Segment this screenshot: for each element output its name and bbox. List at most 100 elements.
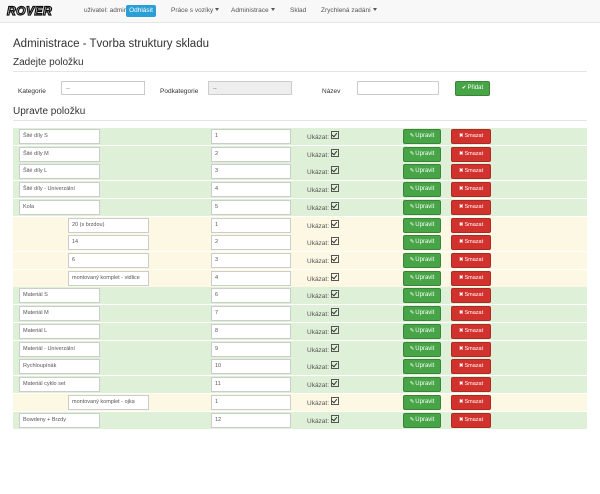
show-toggle[interactable]: Ukázat: <box>307 273 340 283</box>
item-order-input[interactable]: 1 <box>211 218 291 233</box>
item-name-input[interactable]: Kola <box>19 200 100 215</box>
show-toggle[interactable]: Ukázat: <box>307 397 340 407</box>
delete-button[interactable]: ✖Smazat <box>451 147 491 162</box>
checkbox-checked-icon[interactable] <box>331 184 340 192</box>
item-name-input[interactable]: Materiál S <box>19 288 100 303</box>
show-toggle[interactable]: Ukázat: <box>307 237 340 247</box>
edit-button[interactable]: ✎Upravit <box>403 129 441 144</box>
show-toggle[interactable]: Ukázat: <box>307 361 340 371</box>
delete-button[interactable]: ✖Smazat <box>451 288 491 303</box>
edit-button[interactable]: ✎Upravit <box>403 377 441 392</box>
show-toggle[interactable]: Ukázat: <box>307 220 340 230</box>
edit-button[interactable]: ✎Upravit <box>403 413 441 428</box>
edit-button[interactable]: ✎Upravit <box>403 306 441 321</box>
checkbox-checked-icon[interactable] <box>331 220 340 228</box>
show-toggle[interactable]: Ukázat: <box>307 202 340 212</box>
item-name-input[interactable]: Materiál L <box>19 324 100 339</box>
item-order-input[interactable]: 7 <box>211 306 291 321</box>
show-toggle[interactable]: Ukázat: <box>307 255 340 265</box>
delete-button[interactable]: ✖Smazat <box>451 235 491 250</box>
edit-button[interactable]: ✎Upravit <box>403 182 441 197</box>
checkbox-checked-icon[interactable] <box>331 237 340 245</box>
item-name-input[interactable]: Materiál cyklo set <box>19 377 100 392</box>
menu-administration[interactable]: Administrace <box>231 7 275 14</box>
item-order-input[interactable]: 1 <box>211 395 291 410</box>
delete-button[interactable]: ✖Smazat <box>451 182 491 197</box>
edit-button[interactable]: ✎Upravit <box>403 271 441 286</box>
edit-button[interactable]: ✎Upravit <box>403 253 441 268</box>
delete-button[interactable]: ✖Smazat <box>451 413 491 428</box>
delete-button[interactable]: ✖Smazat <box>451 200 491 215</box>
menu-quick-entries[interactable]: Zrychlená zadání <box>321 7 377 14</box>
delete-button[interactable]: ✖Smazat <box>451 324 491 339</box>
item-name-input[interactable]: Šité díly L <box>19 164 100 179</box>
checkbox-checked-icon[interactable] <box>331 361 340 369</box>
delete-button[interactable]: ✖Smazat <box>451 306 491 321</box>
checkbox-checked-icon[interactable] <box>331 202 340 210</box>
show-toggle[interactable]: Ukázat: <box>307 131 340 141</box>
checkbox-checked-icon[interactable] <box>331 166 340 174</box>
edit-button[interactable]: ✎Upravit <box>403 147 441 162</box>
checkbox-checked-icon[interactable] <box>331 131 340 139</box>
delete-button[interactable]: ✖Smazat <box>451 342 491 357</box>
checkbox-checked-icon[interactable] <box>331 255 340 263</box>
delete-button[interactable]: ✖Smazat <box>451 164 491 179</box>
show-toggle[interactable]: Ukázat: <box>307 166 340 176</box>
item-name-input[interactable]: Bowdeny + Brzdy <box>19 413 100 428</box>
show-toggle[interactable]: Ukázat: <box>307 308 340 318</box>
delete-button[interactable]: ✖Smazat <box>451 218 491 233</box>
item-order-input[interactable]: 2 <box>211 235 291 250</box>
checkbox-checked-icon[interactable] <box>331 344 340 352</box>
add-button[interactable]: ✔Přidat <box>455 81 490 96</box>
edit-button[interactable]: ✎Upravit <box>403 288 441 303</box>
item-name-input[interactable]: Materiál - Univerzální <box>19 342 100 357</box>
item-name-input[interactable]: Šité díly M <box>19 147 100 162</box>
item-order-input[interactable]: 12 <box>211 413 291 428</box>
item-order-input[interactable]: 8 <box>211 324 291 339</box>
delete-button[interactable]: ✖Smazat <box>451 129 491 144</box>
delete-button[interactable]: ✖Smazat <box>451 271 491 286</box>
item-order-input[interactable]: 6 <box>211 288 291 303</box>
logout-button[interactable]: Odhlásit <box>126 5 156 17</box>
item-order-input[interactable]: 3 <box>211 164 291 179</box>
item-name-input[interactable]: 6 <box>68 253 149 268</box>
delete-button[interactable]: ✖Smazat <box>451 253 491 268</box>
checkbox-checked-icon[interactable] <box>331 397 340 405</box>
item-name-input[interactable]: Materiál M <box>19 306 100 321</box>
item-order-input[interactable]: 2 <box>211 147 291 162</box>
item-name-input[interactable]: montovaný komplet - vidlice <box>68 271 149 286</box>
subcategory-select[interactable]: -- <box>208 81 292 95</box>
delete-button[interactable]: ✖Smazat <box>451 359 491 374</box>
item-order-input[interactable]: 4 <box>211 182 291 197</box>
checkbox-checked-icon[interactable] <box>331 290 340 298</box>
show-toggle[interactable]: Ukázat: <box>307 290 340 300</box>
checkbox-checked-icon[interactable] <box>331 308 340 316</box>
edit-button[interactable]: ✎Upravit <box>403 395 441 410</box>
item-order-input[interactable]: 10 <box>211 359 291 374</box>
checkbox-checked-icon[interactable] <box>331 149 340 157</box>
delete-button[interactable]: ✖Smazat <box>451 377 491 392</box>
show-toggle[interactable]: Ukázat: <box>307 149 340 159</box>
item-order-input[interactable]: 5 <box>211 200 291 215</box>
category-select[interactable]: -- <box>61 81 145 95</box>
edit-button[interactable]: ✎Upravit <box>403 164 441 179</box>
show-toggle[interactable]: Ukázat: <box>307 344 340 354</box>
show-toggle[interactable]: Ukázat: <box>307 184 340 194</box>
edit-button[interactable]: ✎Upravit <box>403 342 441 357</box>
show-toggle[interactable]: Ukázat: <box>307 415 340 425</box>
menu-warehouse[interactable]: Sklad <box>290 7 306 14</box>
name-input[interactable] <box>357 81 439 95</box>
show-toggle[interactable]: Ukázat: <box>307 379 340 389</box>
menu-work-with-trolleys[interactable]: Práce s vozíky <box>171 7 220 14</box>
checkbox-checked-icon[interactable] <box>331 379 340 387</box>
rover-logo[interactable]: ROVER <box>6 4 70 17</box>
delete-button[interactable]: ✖Smazat <box>451 395 491 410</box>
checkbox-checked-icon[interactable] <box>331 273 340 281</box>
item-name-input[interactable]: montovaný komplet - ojka <box>68 395 149 410</box>
item-order-input[interactable]: 9 <box>211 342 291 357</box>
edit-button[interactable]: ✎Upravit <box>403 324 441 339</box>
checkbox-checked-icon[interactable] <box>331 326 340 334</box>
edit-button[interactable]: ✎Upravit <box>403 235 441 250</box>
item-name-input[interactable]: Šité díly S <box>19 129 100 144</box>
item-name-input[interactable]: 20 (s brzdou) <box>68 218 149 233</box>
